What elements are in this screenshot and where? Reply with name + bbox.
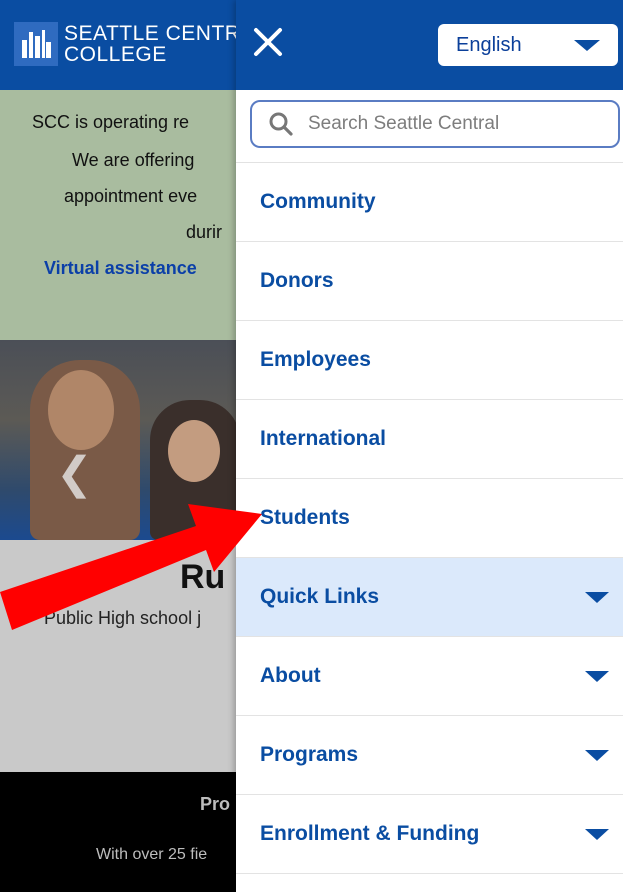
menu-item-students[interactable]: Students xyxy=(236,479,623,558)
drawer-menu-list: Community Donors Employees International… xyxy=(236,163,623,874)
chevron-down-icon[interactable] xyxy=(585,749,609,761)
search-input[interactable] xyxy=(306,112,600,136)
college-logo[interactable]: SEATTLE CENTRA COLLEGE xyxy=(14,22,255,66)
language-select[interactable]: English xyxy=(438,24,618,66)
alert-line: durir xyxy=(186,222,223,242)
menu-item-community[interactable]: Community xyxy=(236,163,623,242)
menu-item-about[interactable]: About xyxy=(236,637,623,716)
hero-subtext: Public High school j xyxy=(44,608,202,628)
alert-line: SCC is operating re xyxy=(32,112,190,132)
search-icon xyxy=(269,112,293,136)
menu-item-label: Programs xyxy=(260,743,359,766)
virtual-assistance-link[interactable]: Virtual assistance xyxy=(44,258,197,279)
chevron-down-icon[interactable] xyxy=(585,828,609,840)
programs-text: With over 25 fie xyxy=(96,846,208,863)
menu-item-label: Enrollment & Funding xyxy=(260,822,480,845)
menu-item-label: About xyxy=(260,664,321,687)
language-value: English xyxy=(456,33,522,56)
menu-item-enrollment-funding[interactable]: Enrollment & Funding xyxy=(236,795,623,874)
close-menu-button[interactable] xyxy=(252,26,284,58)
carousel-prev-icon[interactable]: ❮ xyxy=(56,448,93,499)
menu-item-international[interactable]: International xyxy=(236,400,623,479)
logo-text: SEATTLE CENTRA COLLEGE xyxy=(64,22,255,66)
close-icon xyxy=(254,28,282,56)
menu-item-label: Quick Links xyxy=(260,585,380,608)
drawer-header: English xyxy=(236,0,623,90)
search-field[interactable] xyxy=(250,100,620,148)
menu-item-label: Community xyxy=(260,190,376,213)
menu-item-donors[interactable]: Donors xyxy=(236,242,623,321)
menu-item-employees[interactable]: Employees xyxy=(236,321,623,400)
chevron-down-icon[interactable] xyxy=(585,670,609,682)
skyline-logo-icon xyxy=(14,22,58,66)
alert-line: appointment eve xyxy=(64,186,198,206)
chevron-down-icon xyxy=(574,39,600,51)
menu-item-label: Employees xyxy=(260,348,371,371)
programs-title: Pro xyxy=(200,794,231,814)
side-menu-drawer: English Community Donors Employees Inter… xyxy=(236,0,623,892)
menu-item-quick-links[interactable]: Quick Links xyxy=(236,558,623,637)
menu-item-programs[interactable]: Programs xyxy=(236,716,623,795)
search-bar xyxy=(236,90,623,163)
menu-item-label: Donors xyxy=(260,269,334,292)
chevron-down-icon[interactable] xyxy=(585,591,609,603)
menu-item-label: International xyxy=(260,427,387,450)
hero-heading: Ru xyxy=(180,558,226,596)
menu-item-label: Students xyxy=(260,506,350,529)
alert-line: We are offering xyxy=(72,150,195,170)
